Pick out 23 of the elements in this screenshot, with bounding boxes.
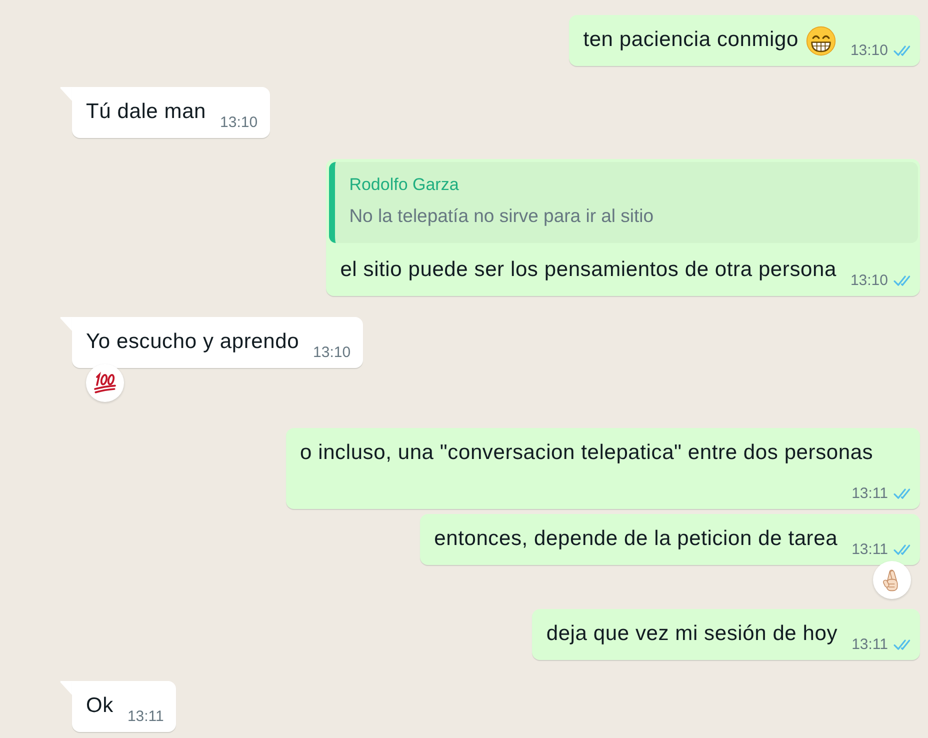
message-time: 13:10 — [220, 114, 258, 132]
reaction-button[interactable] — [86, 364, 124, 402]
quote-author: Rodolfo Garza — [349, 174, 460, 196]
message-time: 13:11 — [127, 708, 164, 726]
message-text: entonces, depende de la peticion de tarea — [434, 526, 838, 552]
reaction-button[interactable] — [873, 561, 911, 599]
quote-text: No la telepatía no sirve para ir al sitio — [349, 204, 655, 228]
message-text: el sitio puede ser los pensamientos de otra persona — [340, 257, 836, 283]
message-time: 13:10 — [850, 272, 888, 290]
message-text: deja que vez mi sesión de hoy — [546, 621, 838, 647]
quoted-message[interactable]: Rodolfo Garza No la telepatía no sirve para ir al sitio — [329, 162, 918, 243]
message-text: o incluso, una "conversacion telepatica" entre dos personas — [300, 440, 874, 466]
message-text: ten paciencia conmigo — [583, 27, 798, 53]
message-text: Ok — [86, 693, 114, 719]
message-time: 13:11 — [852, 636, 888, 654]
hundred-points-icon — [93, 371, 117, 395]
message-time: 13:10 — [313, 344, 351, 362]
message-text: Yo escucho y aprendo — [86, 329, 300, 355]
message-time: 13:10 — [850, 42, 888, 60]
message-text: Tú dale man — [86, 99, 206, 125]
grinning-face-icon — [806, 26, 836, 56]
message-time: 13:11 — [852, 485, 888, 503]
message-time: 13:11 — [852, 541, 888, 559]
